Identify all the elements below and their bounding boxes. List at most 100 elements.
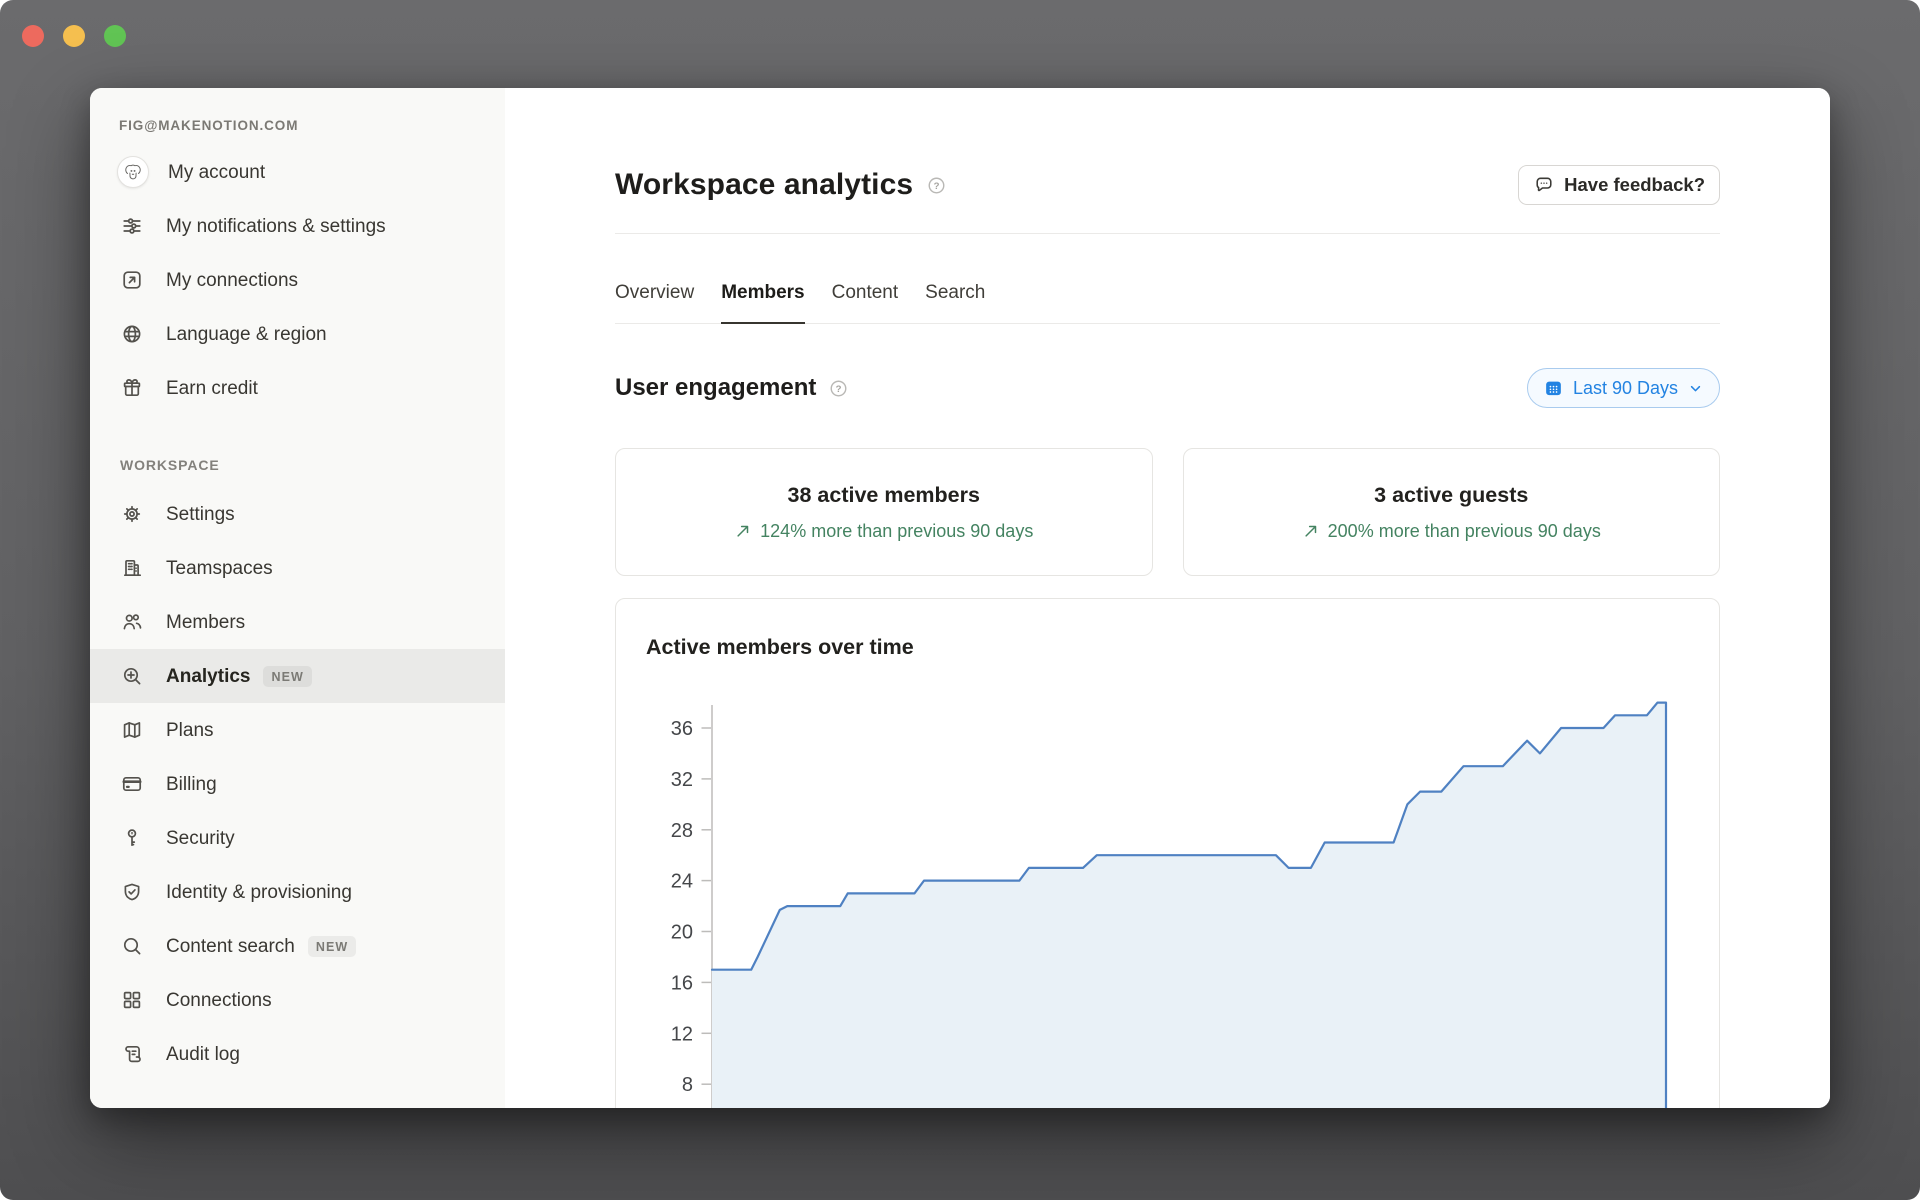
- calendar-icon: [1543, 378, 1564, 399]
- tab-search[interactable]: Search: [925, 262, 985, 323]
- sidebar-item-label: Security: [166, 827, 235, 849]
- sidebar-item-content-search[interactable]: Content search NEW: [90, 919, 505, 973]
- y-axis-tick-label: 32: [671, 769, 693, 791]
- traffic-light-close[interactable]: [22, 25, 44, 47]
- new-badge: NEW: [307, 935, 357, 957]
- sidebar-item-members[interactable]: Members: [90, 595, 505, 649]
- traffic-light-zoom[interactable]: [104, 25, 126, 47]
- have-feedback-button[interactable]: Have feedback?: [1518, 165, 1720, 205]
- help-circle-icon[interactable]: ?: [926, 175, 947, 196]
- stat-card-active-members: 38 active members 124% more than previous…: [615, 448, 1153, 576]
- account-email: FIG@MAKENOTION.COM: [119, 118, 299, 133]
- workspace-section-label: WORKSPACE: [120, 457, 220, 473]
- sidebar-item-label: My notifications & settings: [166, 215, 386, 237]
- date-range-label: Last 90 Days: [1572, 377, 1678, 398]
- y-axis-tick-label: 24: [671, 871, 693, 893]
- scroll-icon: [120, 1042, 144, 1066]
- magnifier-sparkle-icon: [120, 664, 144, 688]
- engagement-heading: User engagement: [615, 374, 817, 401]
- sidebar-item-label: My account: [168, 161, 266, 183]
- key-icon: [120, 826, 144, 850]
- shield-check-icon: [120, 880, 144, 904]
- engagement-header-row: User engagement ? Last 90 Days: [615, 360, 1720, 416]
- stat-delta-text: 200% more than previous 90 days: [1327, 520, 1601, 541]
- svg-text:?: ?: [934, 180, 940, 191]
- y-axis-tick-label: 12: [671, 1023, 693, 1045]
- sidebar-item-analytics[interactable]: Analytics NEW: [90, 649, 505, 703]
- y-axis-tick-label: 20: [671, 922, 693, 944]
- sidebar-item-connections[interactable]: Connections: [90, 973, 505, 1027]
- y-axis-tick-label: 8: [682, 1074, 693, 1096]
- stat-value: 38 active members: [787, 482, 980, 507]
- sliders-icon: [120, 214, 144, 238]
- macos-window: FIG@MAKENOTION.COM My account My notifica…: [0, 0, 1920, 1200]
- header-row: Workspace analytics ? Have feedback?: [615, 162, 1720, 208]
- workspace-section: Settings Teamspaces Members Analytics NEW Pla…: [90, 487, 505, 1081]
- help-circle-icon[interactable]: ?: [828, 378, 849, 399]
- sidebar-item-my-connections[interactable]: My connections: [90, 253, 505, 307]
- sidebar-item-billing[interactable]: Billing: [90, 757, 505, 811]
- settings-sidebar: FIG@MAKENOTION.COM My account My notifica…: [90, 88, 505, 1108]
- sidebar-item-language-region[interactable]: Language & region: [90, 307, 505, 361]
- settings-modal: FIG@MAKENOTION.COM My account My notifica…: [90, 88, 1830, 1108]
- sidebar-item-label: Teamspaces: [166, 557, 273, 579]
- sidebar-item-settings[interactable]: Settings: [90, 487, 505, 541]
- sidebar-item-earn-credit[interactable]: Earn credit: [90, 361, 505, 415]
- sidebar-item-label: Audit log: [166, 1043, 240, 1065]
- sidebar-item-security[interactable]: Security: [90, 811, 505, 865]
- date-range-dropdown[interactable]: Last 90 Days: [1526, 368, 1720, 408]
- sidebar-item-label: Earn credit: [166, 377, 258, 399]
- stats-row: 38 active members 124% more than previous…: [615, 448, 1720, 576]
- sidebar-item-label: Members: [166, 611, 246, 633]
- have-feedback-label: Have feedback?: [1564, 174, 1705, 195]
- active-members-chart-card: Active members over time 36 32 28 24 20 16 12 8: [615, 598, 1720, 1108]
- y-axis-tick-label: 36: [671, 718, 693, 740]
- stat-delta-text: 124% more than previous 90 days: [760, 520, 1034, 541]
- grid-icon: [120, 988, 144, 1012]
- globe-icon: [120, 322, 144, 346]
- credit-card-icon: [120, 772, 144, 796]
- gift-icon: [120, 376, 144, 400]
- title-wrap: Workspace analytics ?: [615, 168, 947, 202]
- user-avatar: [117, 156, 149, 188]
- area-fill: [712, 702, 1666, 1108]
- page-title: Workspace analytics: [615, 168, 914, 201]
- building-icon: [120, 556, 144, 580]
- stat-delta: 200% more than previous 90 days: [1302, 521, 1601, 542]
- tab-content[interactable]: Content: [832, 262, 899, 323]
- magnifier-icon: [120, 934, 144, 958]
- traffic-light-minimize[interactable]: [63, 25, 85, 47]
- sidebar-item-plans[interactable]: Plans: [90, 703, 505, 757]
- y-axis-tick-label: 16: [671, 972, 693, 994]
- svg-text:?: ?: [836, 383, 842, 394]
- tab-overview[interactable]: Overview: [615, 262, 694, 323]
- sidebar-item-audit-log[interactable]: Audit log: [90, 1027, 505, 1081]
- sidebar-item-label: Plans: [166, 719, 214, 741]
- analytics-main: Workspace analytics ? Have feedback? Ove…: [505, 88, 1830, 1108]
- stat-card-active-guests: 3 active guests 200% more than previous 9…: [1182, 448, 1720, 576]
- sidebar-item-label: Identity & provisioning: [166, 881, 352, 903]
- sidebar-item-label: Analytics: [166, 665, 251, 687]
- trend-up-icon: [1302, 522, 1320, 540]
- map-icon: [120, 718, 144, 742]
- sidebar-item-my-account[interactable]: My account: [90, 145, 505, 199]
- gear-icon: [120, 502, 144, 526]
- account-section: My account My notifications & settings My …: [90, 145, 505, 415]
- chat-bubble-icon: [1533, 174, 1555, 196]
- sidebar-item-label: Connections: [166, 989, 272, 1011]
- engagement-title-wrap: User engagement ?: [615, 374, 849, 402]
- sidebar-item-teamspaces[interactable]: Teamspaces: [90, 541, 505, 595]
- sidebar-item-identity-provisioning[interactable]: Identity & provisioning: [90, 865, 505, 919]
- y-axis-tick-label: 28: [671, 820, 693, 842]
- sidebar-item-label: Settings: [166, 503, 235, 525]
- sidebar-item-my-notifications-settings[interactable]: My notifications & settings: [90, 199, 505, 253]
- sidebar-item-label: Billing: [166, 773, 217, 795]
- tab-members[interactable]: Members: [721, 262, 806, 324]
- stat-delta: 124% more than previous 90 days: [734, 521, 1033, 542]
- analytics-tabs: Overview Members Content Search: [615, 262, 1720, 324]
- sidebar-item-label: Content search: [166, 935, 295, 957]
- people-icon: [120, 610, 144, 634]
- new-badge: NEW: [263, 665, 312, 687]
- stat-value: 3 active guests: [1374, 482, 1529, 507]
- sidebar-item-label: My connections: [166, 269, 299, 291]
